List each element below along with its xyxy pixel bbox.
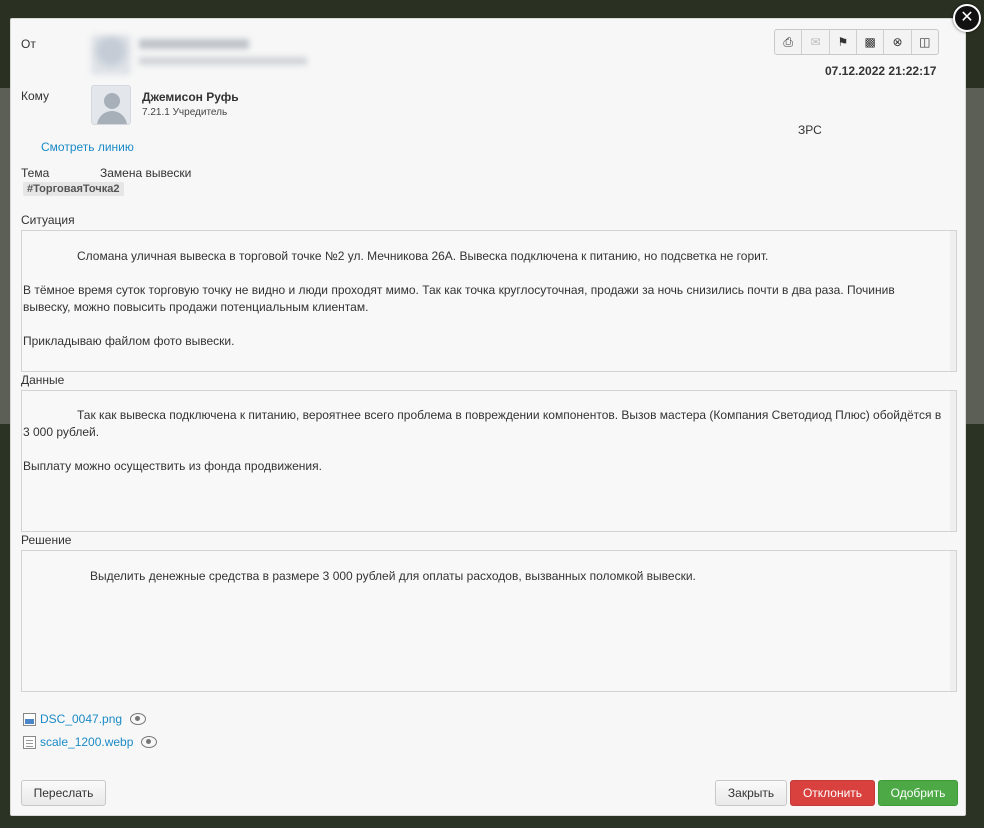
eye-icon[interactable] (141, 736, 158, 748)
subject-value: Замена вывески (100, 166, 192, 180)
to-label: Кому (21, 89, 50, 103)
close-button[interactable]: Закрыть (715, 780, 787, 806)
sender-role-redacted (139, 57, 307, 65)
message-code: ЗРС (798, 123, 822, 137)
approve-button[interactable]: Одобрить (878, 780, 958, 806)
data-box[interactable]: Так как вывеска подключена к питанию, ве… (21, 390, 957, 532)
tag-icon[interactable]: ⚑ (830, 30, 857, 54)
subject-label: Тема (21, 166, 50, 180)
attachment-item: DSC_0047.png (23, 712, 147, 726)
solution-label: Решение (21, 533, 72, 547)
view-line-link[interactable]: Смотреть линию (41, 140, 134, 154)
close-icon[interactable]: ✕ (953, 4, 981, 32)
from-label: От (21, 37, 36, 51)
recipient-avatar (91, 85, 131, 125)
situation-paragraph: В тёмное время суток торговую точку не в… (23, 283, 895, 314)
data-paragraph: Так как вывеска подключена к питанию, ве… (23, 408, 942, 439)
situation-paragraph: Сломана уличная вывеска в торговой точке… (77, 249, 769, 263)
trash-icon[interactable]: ◫ (912, 30, 938, 54)
attachment-link[interactable]: scale_1200.webp (40, 735, 133, 749)
solution-scrollbar[interactable] (950, 551, 956, 691)
situation-box[interactable]: Сломана уличная вывеска в торговой точке… (21, 230, 957, 372)
image-file-icon (23, 712, 36, 726)
solution-box[interactable]: Выделить денежные средства в размере 3 0… (21, 550, 957, 692)
document-file-icon (23, 735, 36, 749)
situation-label: Ситуация (21, 213, 75, 227)
situation-scrollbar[interactable] (950, 231, 956, 371)
attachment-link[interactable]: DSC_0047.png (40, 712, 122, 726)
recipient-name: Джемисон Руфь (142, 90, 239, 104)
message-date: 07.12.2022 21:22:17 (825, 64, 937, 78)
sender-name-redacted (139, 39, 249, 49)
attachment-item: scale_1200.webp (23, 735, 158, 749)
avatar-body-shape (97, 111, 127, 124)
subject-tag[interactable]: #ТорговаяТочка2 (23, 182, 124, 196)
avatar-head-shape (104, 93, 120, 109)
action-toolbar: ⎙ ✉ ⚑ ▩ ⊗ ◫ (774, 29, 939, 55)
email-icon[interactable]: ✉ (802, 30, 830, 54)
eye-icon[interactable] (130, 713, 147, 725)
data-label: Данные (21, 373, 65, 387)
cancel-icon[interactable]: ⊗ (884, 30, 912, 54)
solution-paragraph: Выделить денежные средства в размере 3 0… (90, 569, 696, 583)
situation-paragraph: Прикладываю файлом фото вывески. (23, 334, 235, 348)
data-paragraph: Выплату можно осуществить из фонда продв… (23, 459, 322, 473)
recipient-role: 7.21.1 Учредитель (142, 107, 228, 118)
data-scrollbar[interactable] (950, 391, 956, 531)
message-dialog: От ⎙ ✉ ⚑ ▩ ⊗ ◫ 07.12.2022 21:22:17 Кому … (10, 18, 966, 816)
forward-button[interactable]: Переслать (21, 780, 106, 806)
reject-button[interactable]: Отклонить (790, 780, 875, 806)
sender-avatar (91, 35, 131, 75)
print-icon[interactable]: ⎙ (775, 30, 803, 54)
briefcase-icon[interactable]: ▩ (857, 30, 885, 54)
